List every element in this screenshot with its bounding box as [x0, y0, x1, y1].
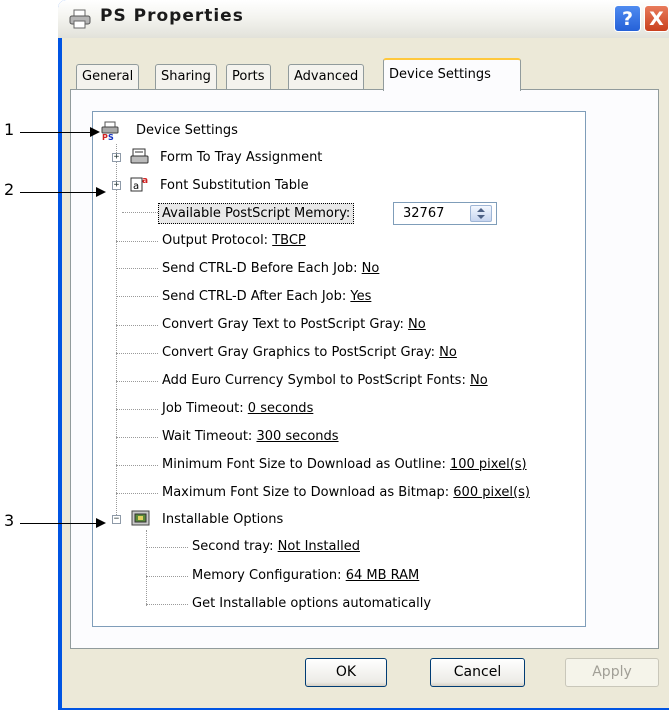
- setting-gray-text[interactable]: Convert Gray Text to PostScript Gray: No: [162, 315, 426, 335]
- collapse-icon[interactable]: −: [112, 515, 121, 524]
- tree-connector: [116, 353, 158, 354]
- setting-wait-timeout[interactable]: Wait Timeout: 300 seconds: [162, 427, 339, 447]
- callout-2-line: [20, 192, 98, 193]
- tab-advanced[interactable]: Advanced: [288, 64, 365, 89]
- option-get-installable-auto[interactable]: Get Installable options automatically: [192, 594, 431, 614]
- svg-text:a: a: [142, 176, 148, 186]
- tree-connector: [116, 381, 158, 382]
- memory-label[interactable]: Available PostScript Memory:: [158, 203, 355, 224]
- tree-item-form-to-tray[interactable]: Form To Tray Assignment: [160, 148, 322, 168]
- tree-item-installable-options[interactable]: Installable Options: [162, 510, 283, 530]
- tree-connector: [116, 409, 158, 410]
- installable-options-icon: [130, 508, 152, 532]
- spin-buttons[interactable]: [470, 205, 492, 222]
- svg-text:S: S: [108, 133, 114, 141]
- tree-branch-line: [146, 530, 147, 606]
- window-title: PS Properties: [100, 6, 244, 26]
- memory-spinner[interactable]: 32767: [393, 202, 497, 225]
- setting-min-font-outline[interactable]: Minimum Font Size to Download as Outline…: [162, 455, 527, 475]
- ps-printer-icon: P S: [101, 121, 121, 145]
- tree-root-device-settings[interactable]: Device Settings: [136, 121, 238, 141]
- callout-3: 3: [4, 511, 15, 530]
- help-button[interactable]: ?: [614, 5, 641, 32]
- setting-euro-symbol[interactable]: Add Euro Currency Symbol to PostScript F…: [162, 371, 488, 391]
- font-icon: a a: [130, 174, 150, 198]
- expand-icon[interactable]: +: [112, 153, 121, 162]
- tree-item-font-substitution[interactable]: Font Substitution Table: [160, 176, 309, 196]
- apply-button[interactable]: Apply: [565, 658, 659, 687]
- title-bar[interactable]: PS Properties: [58, 0, 669, 38]
- callout-2: 2: [4, 180, 15, 199]
- setting-ctrl-d-after[interactable]: Send CTRL-D After Each Job: Yes: [162, 287, 371, 307]
- option-second-tray[interactable]: Second tray: Not Installed: [192, 537, 360, 557]
- tree-connector: [116, 325, 158, 326]
- tree-connector: [146, 604, 188, 605]
- tab-ports[interactable]: Ports: [226, 64, 271, 89]
- svg-text:a: a: [133, 181, 139, 192]
- tree-connector: [116, 493, 158, 494]
- callout-1: 1: [4, 120, 15, 139]
- tree-connector: [146, 547, 188, 548]
- tree-connector: [116, 241, 158, 242]
- callout-2-arrow: [96, 187, 106, 197]
- tree-connector: [116, 465, 158, 466]
- tab-sharing[interactable]: Sharing: [155, 64, 217, 89]
- setting-ctrl-d-before[interactable]: Send CTRL-D Before Each Job: No: [162, 259, 379, 279]
- tab-device-settings[interactable]: Device Settings: [383, 58, 521, 91]
- printer-icon: [68, 9, 92, 33]
- setting-output-protocol[interactable]: Output Protocol: TBCP: [162, 231, 306, 251]
- callout-1-line: [20, 132, 92, 133]
- setting-gray-graphics[interactable]: Convert Gray Graphics to PostScript Gray…: [162, 343, 457, 363]
- callout-1-arrow: [90, 127, 100, 137]
- forms-icon: [130, 147, 150, 171]
- setting-max-font-bitmap[interactable]: Maximum Font Size to Download as Bitmap:…: [162, 483, 530, 503]
- callout-3-line: [20, 523, 98, 524]
- expand-icon[interactable]: +: [112, 181, 121, 190]
- tree-connector: [116, 268, 158, 269]
- setting-job-timeout[interactable]: Job Timeout: 0 seconds: [162, 399, 313, 419]
- close-button[interactable]: X: [644, 5, 669, 32]
- option-memory-config[interactable]: Memory Configuration: 64 MB RAM: [192, 566, 419, 586]
- ok-button[interactable]: OK: [305, 658, 387, 687]
- memory-value[interactable]: 32767: [403, 205, 444, 223]
- cancel-button[interactable]: Cancel: [430, 658, 525, 687]
- tree-connector: [122, 212, 158, 213]
- tab-general[interactable]: General: [76, 64, 140, 89]
- tree-connector: [146, 576, 188, 577]
- tree-connector: [116, 296, 158, 297]
- callout-3-arrow: [96, 518, 106, 528]
- tree-connector: [116, 437, 158, 438]
